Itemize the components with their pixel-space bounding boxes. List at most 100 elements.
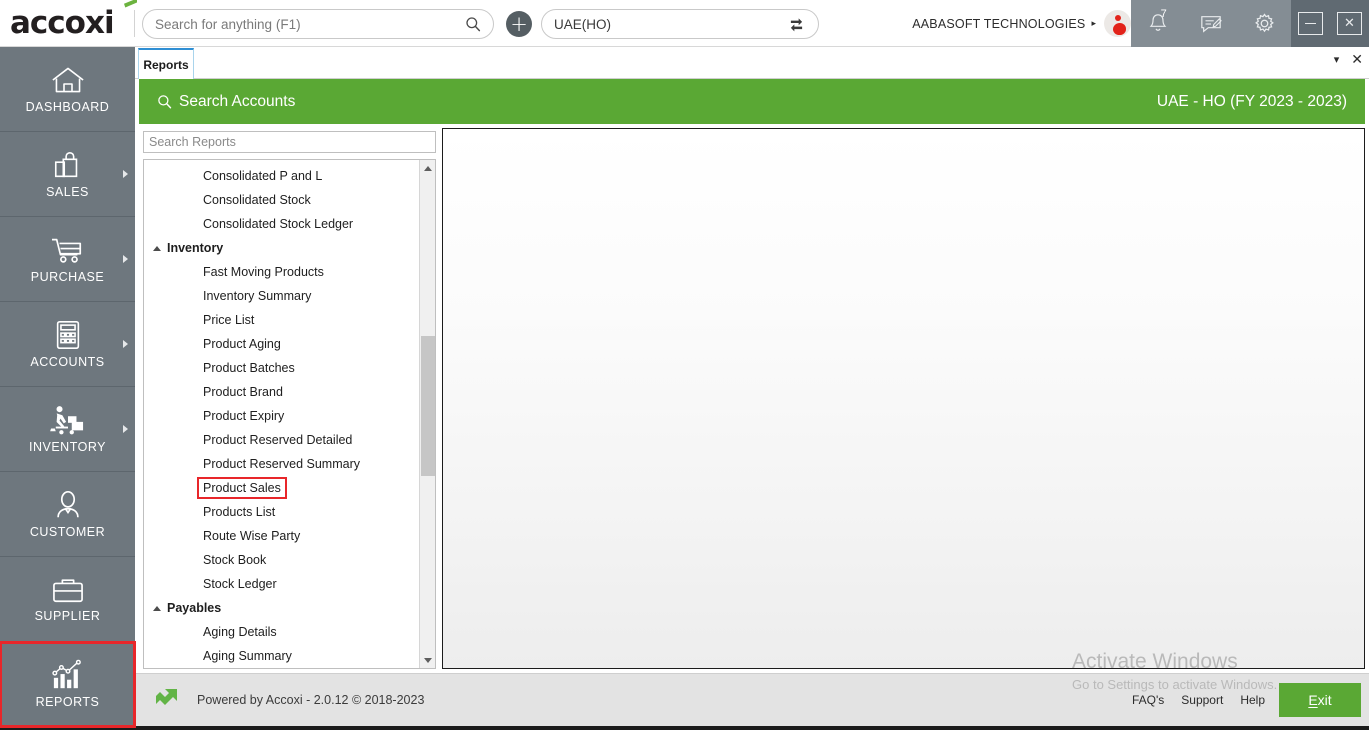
reports-search[interactable]: [143, 131, 436, 153]
tree-item[interactable]: Inventory Summary: [144, 284, 420, 308]
sidebar-item-purchase[interactable]: PURCHASE: [0, 217, 135, 302]
tree-group-header[interactable]: Payables: [144, 596, 420, 620]
tab-strip: Reports ▾ ✕: [135, 47, 1369, 79]
header-icon-group: 7: [1131, 0, 1291, 47]
notification-bell-button[interactable]: 7: [1139, 5, 1177, 43]
avatar[interactable]: [1104, 10, 1131, 37]
tree-item-label: Stock Book: [201, 553, 268, 567]
tab-controls: ▾ ✕: [1334, 51, 1363, 68]
tree-item-label: Product Reserved Detailed: [201, 433, 354, 447]
tree-item[interactable]: Fast Moving Products: [144, 260, 420, 284]
tree-item[interactable]: Aging Summary: [144, 644, 420, 668]
sidebar-item-dashboard[interactable]: DASHBOARD: [0, 47, 135, 132]
settings-gear-icon: [1253, 12, 1276, 35]
page-title: Search Accounts: [157, 93, 295, 111]
footer-link-faqs[interactable]: FAQ's: [1132, 693, 1164, 707]
tab-label: Reports: [143, 58, 188, 72]
person-icon: [52, 489, 84, 521]
exit-button[interactable]: Exit: [1279, 683, 1361, 717]
application-window: accoxi + UAE(HO) AABASOFT TECHNOLOGIES ▸: [0, 0, 1369, 730]
footer-powered-by-text: Powered by Accoxi - 2.0.12 © 2018-2023: [197, 693, 424, 707]
reports-tree-scrollbar[interactable]: [419, 160, 435, 668]
accoxi-logo[interactable]: accoxi: [0, 0, 135, 47]
sidebar-item-sales[interactable]: SALES: [0, 132, 135, 217]
tree-item[interactable]: Route Wise Party: [144, 524, 420, 548]
close-button[interactable]: ✕: [1337, 12, 1362, 35]
tree-item[interactable]: Consolidated P and L: [144, 164, 420, 188]
tree-item[interactable]: Product Reserved Detailed: [144, 428, 420, 452]
chevron-right-icon: [123, 425, 128, 433]
chevron-up-icon: [424, 166, 432, 171]
reports-search-input[interactable]: [149, 135, 430, 149]
sidebar-item-label: INVENTORY: [29, 440, 106, 454]
tree-group-label: Inventory: [167, 241, 223, 255]
footer-link-help[interactable]: Help: [1240, 693, 1265, 707]
sidebar-item-accounts[interactable]: ACCOUNTS: [0, 302, 135, 387]
plus-icon: +: [510, 14, 528, 35]
tree-item-label: Consolidated P and L: [201, 169, 324, 183]
exit-button-accesskey: E: [1308, 692, 1317, 708]
scroll-down-button[interactable]: [420, 652, 436, 668]
global-search[interactable]: [142, 9, 494, 39]
message-button[interactable]: [1192, 5, 1230, 43]
avatar-drop-large-icon: [1113, 23, 1126, 35]
exit-button-label: xit: [1318, 692, 1332, 708]
branch-value: UAE(HO): [554, 17, 787, 32]
tree-item[interactable]: Products List: [144, 500, 420, 524]
tree-item[interactable]: Aging Details: [144, 620, 420, 644]
sidebar-item-label: ACCOUNTS: [30, 355, 104, 369]
switch-branch-icon[interactable]: [787, 15, 806, 34]
tree-item-label: Consolidated Stock Ledger: [201, 217, 355, 231]
notification-badge: 7: [1161, 8, 1167, 20]
footer-links: FAQ's Support Help: [1132, 693, 1265, 707]
tree-item-selected[interactable]: Product Sales: [144, 476, 420, 500]
tree-item[interactable]: Consolidated Stock Ledger: [144, 212, 420, 236]
tab-close-icon[interactable]: ✕: [1351, 51, 1363, 68]
reports-tree-panel: Consolidated P and L Consolidated Stock Co…: [143, 159, 436, 669]
chevron-right-icon: [123, 255, 128, 263]
company-selector[interactable]: AABASOFT TECHNOLOGIES ▸: [912, 0, 1131, 47]
footer-link-support[interactable]: Support: [1181, 693, 1223, 707]
tree-item-label: Product Expiry: [201, 409, 286, 423]
search-input[interactable]: [155, 17, 465, 32]
tree-item-label: Product Batches: [201, 361, 297, 375]
tree-item[interactable]: Product Batches: [144, 356, 420, 380]
tree-item[interactable]: Stock Book: [144, 548, 420, 572]
accoxi-mark-icon: [151, 685, 181, 715]
minimize-button[interactable]: [1298, 12, 1323, 35]
sidebar-item-label: REPORTS: [36, 695, 100, 709]
tree-item-label: Route Wise Party: [201, 529, 302, 543]
avatar-drop-small-icon: [1115, 15, 1121, 21]
tree-item-label: Aging Summary: [201, 649, 294, 663]
shopping-bag-icon: [51, 149, 85, 181]
tree-item[interactable]: Product Brand: [144, 380, 420, 404]
branch-selector[interactable]: UAE(HO): [541, 9, 819, 39]
tree-item[interactable]: Product Aging: [144, 332, 420, 356]
tab-dropdown-icon[interactable]: ▾: [1334, 53, 1340, 66]
tree-item-label: Product Reserved Summary: [201, 457, 362, 471]
tree-item[interactable]: Stock Ledger: [144, 572, 420, 596]
chevron-right-icon: ▸: [1091, 18, 1096, 29]
settings-button[interactable]: [1245, 5, 1283, 43]
sidebar-item-label: PURCHASE: [31, 270, 104, 284]
tree-group-header[interactable]: Inventory: [144, 236, 420, 260]
tree-item[interactable]: Price List: [144, 308, 420, 332]
sidebar-item-customer[interactable]: CUSTOMER: [0, 472, 135, 557]
tree-item[interactable]: Product Expiry: [144, 404, 420, 428]
scroll-up-button[interactable]: [420, 160, 435, 176]
scrollbar-thumb[interactable]: [421, 336, 435, 476]
tree-item-label: Product Brand: [201, 385, 285, 399]
sidebar-item-supplier[interactable]: SUPPLIER: [0, 557, 135, 642]
chevron-right-icon: [123, 170, 128, 178]
tab-reports[interactable]: Reports: [138, 48, 194, 79]
briefcase-icon: [50, 575, 86, 605]
add-new-button[interactable]: +: [506, 11, 532, 37]
tree-item[interactable]: Consolidated Stock: [144, 188, 420, 212]
branch-fiscal-year-label: UAE - HO (FY 2023 - 2023): [1157, 93, 1347, 111]
sidebar-item-inventory[interactable]: INVENTORY: [0, 387, 135, 472]
sidebar-item-label: SUPPLIER: [35, 609, 101, 623]
tree-item[interactable]: Product Reserved Summary: [144, 452, 420, 476]
sidebar-item-reports[interactable]: REPORTS: [0, 642, 135, 727]
search-icon: [465, 16, 481, 32]
tree-item-label: Fast Moving Products: [201, 265, 326, 279]
